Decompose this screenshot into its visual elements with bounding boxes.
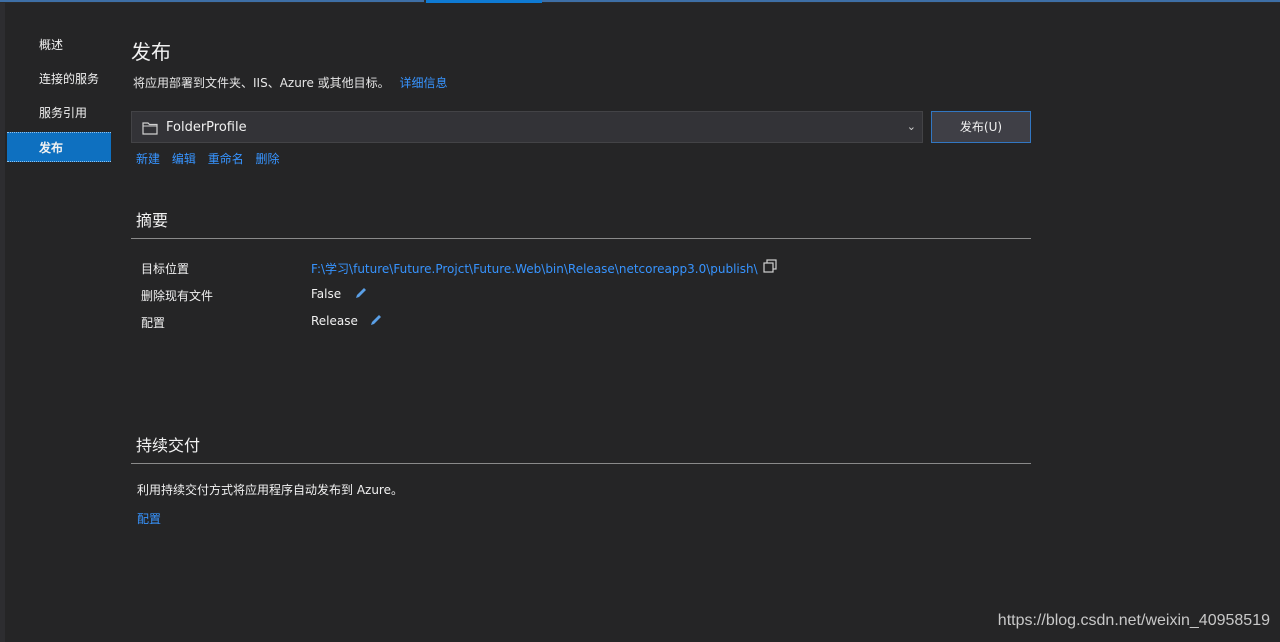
continuous-delivery-divider (131, 463, 1031, 464)
edit-icon[interactable] (354, 286, 368, 303)
profile-selected-value: FolderProfile (166, 120, 247, 135)
profile-actions: 新建 编辑 重命名 删除 (136, 150, 288, 167)
delete-existing-value: False (311, 287, 342, 301)
copy-icon[interactable] (763, 259, 777, 276)
subtitle-text: 将应用部署到文件夹、IIS、Azure 或其他目标。 (133, 76, 390, 90)
page-subtitle: 将应用部署到文件夹、IIS、Azure 或其他目标。 详细信息 (133, 74, 448, 91)
configuration-value: Release (311, 314, 358, 328)
target-location-value[interactable]: F:\学习\future\Future.Projct\Future.Web\bi… (311, 260, 758, 277)
top-accent-line (0, 0, 1280, 3)
continuous-delivery-text: 利用持续交付方式将应用程序自动发布到 Azure。 (137, 483, 403, 497)
nav-item-overview[interactable]: 概述 (7, 30, 111, 60)
edit-icon[interactable] (369, 313, 383, 330)
new-profile-link[interactable]: 新建 (136, 152, 160, 166)
delete-existing-label: 删除现有文件 (141, 289, 214, 303)
profile-dropdown[interactable]: FolderProfile ⌄ (131, 111, 923, 143)
delete-profile-link[interactable]: 删除 (256, 152, 280, 166)
nav-item-connected-services[interactable]: 连接的服务 (7, 64, 111, 94)
details-link[interactable]: 详细信息 (400, 76, 448, 90)
left-edge (0, 3, 5, 642)
watermark: https://blog.csdn.net/weixin_40958519 (997, 612, 1270, 629)
nav-item-publish[interactable]: 发布 (7, 132, 111, 162)
folder-icon (142, 120, 158, 139)
publish-button[interactable]: 发布(U) (931, 111, 1031, 143)
page-title: 发布 (131, 40, 171, 64)
summary-divider (131, 238, 1031, 239)
configure-link[interactable]: 配置 (137, 510, 161, 527)
left-nav: 概述 连接的服务 服务引用 发布 (7, 30, 111, 166)
edit-profile-link[interactable]: 编辑 (172, 152, 196, 166)
target-location-label: 目标位置 (141, 262, 190, 276)
rename-profile-link[interactable]: 重命名 (208, 152, 244, 166)
summary-title: 摘要 (136, 211, 169, 230)
nav-item-service-references[interactable]: 服务引用 (7, 98, 111, 128)
chevron-down-icon: ⌄ (906, 120, 916, 133)
configuration-label: 配置 (141, 316, 166, 330)
continuous-delivery-title: 持续交付 (136, 436, 201, 455)
